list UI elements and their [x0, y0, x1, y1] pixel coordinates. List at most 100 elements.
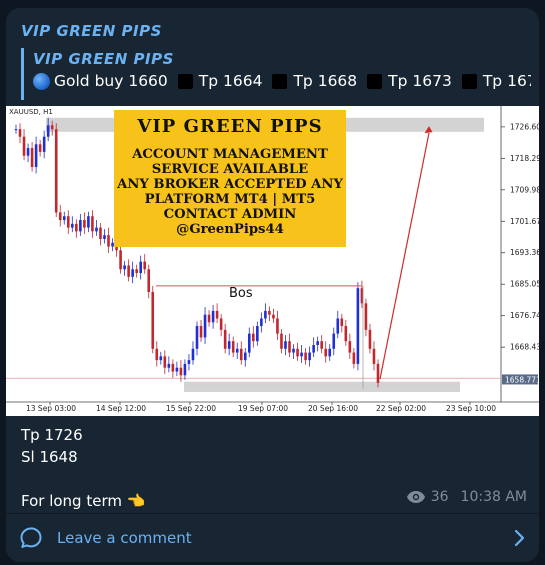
sl-line: Sl 1648	[21, 448, 78, 466]
time-label: 19 Sep 07:00	[238, 404, 288, 413]
candle-body	[163, 356, 167, 368]
candle-body	[22, 136, 26, 156]
candle-body	[135, 269, 138, 274]
chart-symbol: XAUUSD, H1	[9, 108, 53, 116]
candle-body	[26, 148, 30, 156]
promo-line: CONTACT ADMIN	[163, 207, 297, 222]
candle-body	[123, 265, 126, 270]
candle-body	[268, 310, 271, 315]
message-time: 10:38 AM	[460, 489, 527, 505]
view-count: 36	[430, 489, 449, 505]
candle-body	[207, 314, 211, 323]
target-arrow-line	[379, 132, 430, 380]
candle-body	[191, 348, 195, 361]
price-label: 1668.430	[510, 343, 539, 352]
candle-body	[131, 269, 134, 277]
price-label: 1685.050	[510, 280, 539, 289]
candle-body	[235, 348, 239, 353]
candle-body	[211, 310, 215, 323]
tp-line: Tp 1726	[21, 426, 83, 444]
reply-segment: Tp 1673	[388, 72, 452, 90]
chart-image[interactable]: 1726.600 1718.290 1709.980 1701.670 1693.360…	[6, 106, 539, 416]
candle-body	[300, 352, 303, 357]
black-square-icon	[272, 73, 288, 89]
candle-body	[107, 235, 110, 247]
candle-body	[87, 216, 90, 228]
candle-body	[103, 235, 106, 239]
candle-body	[42, 136, 46, 152]
candle-body	[34, 144, 38, 168]
price-label: 1726.600	[510, 122, 539, 131]
candle-body	[284, 341, 287, 349]
candle-body	[280, 333, 283, 349]
candle-body	[58, 212, 62, 221]
candle-body	[348, 341, 352, 353]
candle-body	[372, 348, 376, 364]
candle-body	[50, 125, 54, 130]
reply-segment: Tp 1664	[198, 72, 263, 90]
note-text: For long term	[21, 492, 122, 510]
promo-line: ANY BROKER ACCEPTED ANY	[117, 177, 343, 192]
time-label: 13 Sep 03:00	[26, 404, 76, 413]
message-text: Tp 1726 Sl 1648 For long term 👈	[21, 424, 145, 512]
candle-body	[30, 148, 34, 168]
time-label: 22 Sep 02:00	[376, 404, 426, 413]
reply-preview: Gold buy 1660 Tp 1664 Tp 1668 Tp 1673 Tp…	[33, 72, 531, 90]
candle-body	[215, 310, 219, 319]
candle-body	[187, 360, 191, 364]
channel-name[interactable]: VIP GREEN PIPS	[21, 22, 162, 40]
candle-body	[119, 250, 122, 270]
candle-body	[324, 348, 328, 357]
candle-body	[296, 348, 299, 357]
leave-comment-button[interactable]: Leave a comment	[6, 514, 539, 562]
candle-body	[352, 352, 356, 364]
candle-body	[151, 291, 155, 349]
note-line: For long term 👈	[21, 490, 145, 512]
candle-body	[272, 314, 275, 319]
candle-body	[62, 216, 66, 221]
candle-body	[71, 223, 74, 228]
candle-body	[219, 318, 223, 330]
time-label: 14 Sep 12:00	[96, 404, 146, 413]
candle-body	[332, 333, 336, 349]
candle-body	[292, 348, 295, 353]
candle-body	[46, 125, 50, 137]
promo-banner: VIP GREEN PIPS ACCOUNT MANAGEMENT SERVIC…	[114, 110, 346, 247]
reply-author: VIP GREEN PIPS	[33, 50, 174, 68]
candle-body	[260, 318, 263, 327]
candle-body	[99, 227, 102, 239]
comment-icon	[20, 527, 42, 548]
candle-body	[320, 341, 323, 349]
candle-body	[18, 129, 22, 137]
black-square-icon	[367, 73, 383, 89]
candle-body	[171, 363, 175, 372]
candle-body	[147, 269, 151, 292]
candle-body	[239, 348, 243, 361]
candle-body	[304, 352, 307, 361]
candle-body	[91, 216, 94, 232]
candle-body	[364, 303, 368, 330]
current-price-label: 1658.771	[505, 375, 539, 384]
candle-body	[356, 288, 360, 364]
candle-body	[195, 326, 199, 349]
candle-body	[223, 329, 227, 349]
price-label: 1693.360	[510, 248, 539, 257]
candle-body	[308, 352, 311, 361]
price-label: 1701.670	[510, 217, 539, 226]
candle-body	[159, 356, 163, 361]
demand-zone	[184, 381, 460, 392]
price-label: 1709.980	[510, 185, 539, 194]
candle-body	[199, 326, 203, 338]
reply-quote[interactable]: VIP GREEN PIPS Gold buy 1660 Tp 1664 Tp …	[21, 48, 531, 100]
candle-body	[143, 261, 147, 270]
promo-line: SERVICE AVAILABLE	[151, 162, 309, 177]
candle-body	[127, 265, 130, 277]
time-label: 15 Sep 22:00	[166, 404, 216, 413]
candle-body	[179, 367, 183, 376]
promo-title: VIP GREEN PIPS	[137, 116, 323, 137]
bos-label: Bos	[229, 286, 253, 301]
candle-body	[14, 129, 18, 131]
candle-body	[66, 216, 70, 228]
pointing-hand-icon: 👈	[126, 492, 146, 510]
candle-body	[54, 129, 58, 213]
